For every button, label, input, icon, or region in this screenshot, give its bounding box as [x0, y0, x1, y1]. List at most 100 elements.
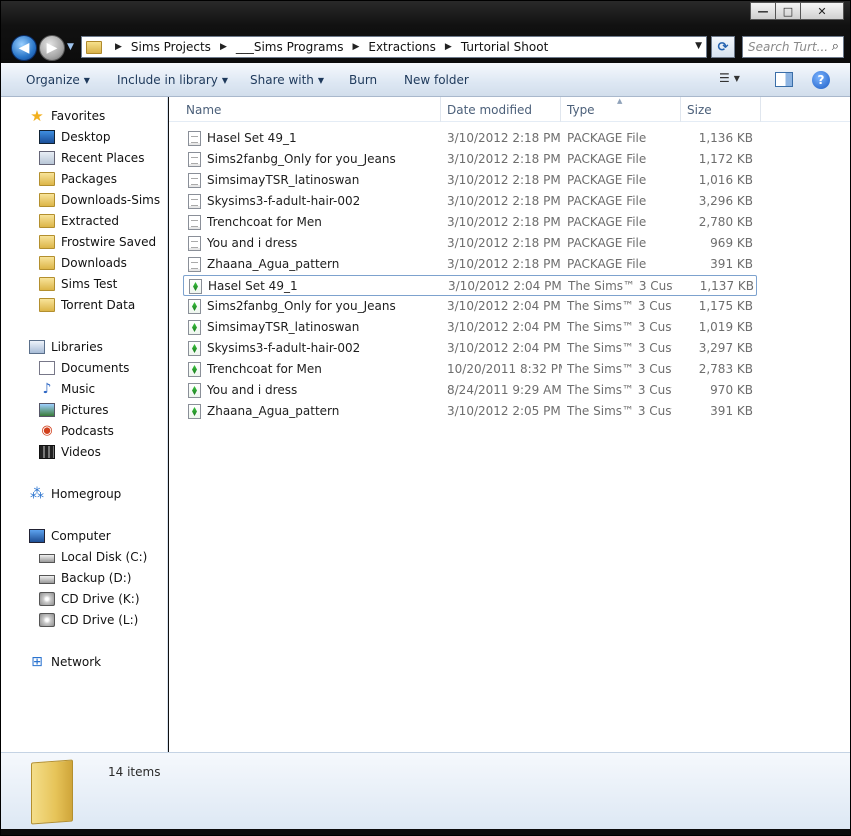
file-size: 1,137 KB — [699, 279, 754, 293]
column-header-name[interactable]: Name — [186, 103, 221, 117]
network-icon: ⊞ — [31, 654, 43, 670]
nav-label: Documents — [61, 361, 130, 375]
file-name: Trenchcoat for Men — [207, 215, 322, 229]
nav-item-downloads[interactable]: Downloads — [39, 253, 127, 273]
file-row[interactable]: Hasel Set 49_1 3/10/2012 2:18 PM PACKAGE F… — [183, 128, 757, 149]
nav-item-recent-places[interactable]: Recent Places — [39, 148, 144, 168]
folder-icon — [86, 40, 102, 54]
folder-icon — [39, 214, 55, 228]
file-row[interactable]: Skysims3-f-adult-hair-002 3/10/2012 2:04 … — [183, 338, 757, 359]
nav-item-videos[interactable]: Videos — [39, 442, 101, 462]
recent-places-icon — [39, 151, 55, 165]
package-file-icon — [188, 194, 201, 209]
forward-button[interactable]: ▶ — [39, 35, 65, 61]
cd-drive-icon — [39, 592, 55, 606]
breadcrumb-turtorial-shoot[interactable]: Turtorial Shoot — [461, 40, 548, 54]
new-folder-button[interactable]: New folder — [404, 73, 469, 87]
nav-item-sims-test[interactable]: Sims Test — [39, 274, 117, 294]
file-row[interactable]: Zhaana_Agua_pattern 3/10/2012 2:05 PM The … — [183, 401, 757, 422]
file-row[interactable]: SimsimayTSR_latinoswan 3/10/2012 2:18 PM P… — [183, 170, 757, 191]
column-header-type[interactable]: Type — [567, 103, 595, 117]
burn-button[interactable]: Burn — [349, 73, 377, 87]
preview-pane-button[interactable] — [775, 72, 793, 87]
nav-item-extracted[interactable]: Extracted — [39, 211, 119, 231]
file-date-modified: 3/10/2012 2:04 PM — [447, 320, 561, 334]
minimize-button[interactable]: — — [750, 2, 776, 20]
breadcrumb-separator-icon[interactable]: ▶ — [445, 42, 452, 52]
nav-libraries[interactable]: Libraries — [29, 337, 103, 357]
column-header-date-modified[interactable]: Date modified — [447, 103, 532, 117]
share-with-button[interactable]: Share with ▼ — [250, 73, 324, 87]
sims3-file-icon — [188, 320, 201, 335]
file-row[interactable]: You and i dress 3/10/2012 2:18 PM PACKAGE … — [183, 233, 757, 254]
nav-item-documents[interactable]: Documents — [39, 358, 129, 378]
breadcrumb-separator-icon[interactable]: ▶ — [352, 42, 359, 52]
file-type: PACKAGE File — [567, 257, 647, 271]
file-name: Skysims3-f-adult-hair-002 — [207, 341, 361, 355]
breadcrumb-separator-icon[interactable]: ▶ — [220, 42, 227, 52]
refresh-button[interactable]: ⟳ — [711, 36, 735, 58]
organize-label: Organize — [26, 73, 80, 87]
breadcrumb-sims-projects[interactable]: Sims Projects — [131, 40, 211, 54]
file-row[interactable]: Sims2fanbg_Only for you_Jeans 3/10/2012 2… — [183, 149, 757, 170]
nav-item-packages[interactable]: Packages — [39, 169, 117, 189]
nav-item-desktop[interactable]: Desktop — [39, 127, 111, 147]
sort-ascending-icon: ▲ — [617, 97, 623, 105]
column-divider[interactable] — [440, 97, 441, 122]
file-size: 3,297 KB — [698, 341, 753, 355]
hard-drive-icon — [39, 575, 55, 584]
file-row[interactable]: You and i dress 8/24/2011 9:29 AM The Sims… — [183, 380, 757, 401]
search-icon[interactable]: ⌕ — [832, 39, 839, 54]
column-divider[interactable] — [760, 97, 761, 122]
nav-computer[interactable]: Computer — [29, 526, 111, 546]
file-row[interactable]: Skysims3-f-adult-hair-002 3/10/2012 2:18 … — [183, 191, 757, 212]
nav-item-music[interactable]: ♪ Music — [39, 379, 96, 399]
nav-item-pictures[interactable]: Pictures — [39, 400, 109, 420]
file-date-modified: 3/10/2012 2:18 PM — [447, 236, 561, 250]
change-view-button[interactable]: ☰ ▼ — [719, 71, 757, 89]
file-type: PACKAGE File — [567, 131, 647, 145]
organize-button[interactable]: Organize ▼ — [26, 73, 90, 87]
column-divider[interactable] — [680, 97, 681, 122]
maximize-button[interactable]: □ — [775, 2, 801, 20]
column-header-size[interactable]: Size — [687, 103, 712, 117]
nav-item-torrent-data[interactable]: Torrent Data — [39, 295, 135, 315]
help-button[interactable]: ? — [812, 71, 830, 89]
pictures-icon — [39, 403, 55, 417]
include-in-library-button[interactable]: Include in library ▼ — [117, 73, 228, 87]
nav-favorites[interactable]: ★ Favorites — [29, 106, 105, 126]
file-row[interactable]: SimsimayTSR_latinoswan 3/10/2012 2:04 PM T… — [183, 317, 757, 338]
file-name: You and i dress — [207, 236, 298, 250]
chevron-down-icon: ▼ — [221, 76, 229, 85]
close-button[interactable]: ✕ — [800, 2, 844, 20]
nav-homegroup[interactable]: ⁂ Homegroup — [29, 484, 121, 504]
file-row[interactable]: Sims2fanbg_Only for you_Jeans 3/10/2012 2… — [183, 296, 757, 317]
nav-label: Recent Places — [61, 151, 145, 165]
recent-pages-dropdown[interactable]: ▼ — [67, 42, 74, 52]
breadcrumb-sims-programs[interactable]: ___Sims Programs — [236, 40, 344, 54]
address-dropdown-icon[interactable]: ▼ — [695, 41, 702, 51]
address-bar[interactable]: ▶ Sims Projects ▶ ___Sims Programs ▶ Ext… — [81, 36, 707, 58]
homegroup-icon: ⁂ — [30, 486, 44, 502]
file-row[interactable]: Trenchcoat for Men 3/10/2012 2:18 PM PACKA… — [183, 212, 757, 233]
file-type: The Sims™ 3 Cust... — [567, 362, 672, 376]
nav-network[interactable]: ⊞ Network — [29, 652, 101, 672]
column-divider[interactable] — [560, 97, 561, 122]
nav-item-frostwire-saved[interactable]: Frostwire Saved — [39, 232, 156, 252]
nav-item-cd-drive-k[interactable]: CD Drive (K:) — [39, 589, 140, 609]
nav-item-cd-drive-l[interactable]: CD Drive (L:) — [39, 610, 138, 630]
star-icon: ★ — [30, 107, 44, 125]
back-button[interactable]: ◀ — [11, 35, 37, 61]
nav-item-downloads-sims[interactable]: Downloads-Sims — [39, 190, 160, 210]
breadcrumb-separator-icon[interactable]: ▶ — [115, 42, 122, 52]
file-row[interactable]: Zhaana_Agua_pattern 3/10/2012 2:18 PM PACK… — [183, 254, 757, 275]
search-box[interactable]: Search Turt... ⌕ — [742, 36, 844, 58]
nav-item-podcasts[interactable]: ◉ Podcasts — [39, 421, 114, 441]
file-row[interactable]: Trenchcoat for Men 10/20/2011 8:32 PM The … — [183, 359, 757, 380]
file-row[interactable]: Hasel Set 49_1 3/10/2012 2:04 PM The Sims™… — [183, 275, 757, 296]
breadcrumb-extractions[interactable]: Extractions — [368, 40, 436, 54]
file-type: PACKAGE File — [567, 236, 647, 250]
nav-item-local-disk-c[interactable]: Local Disk (C:) — [39, 547, 147, 567]
nav-item-backup-d[interactable]: Backup (D:) — [39, 568, 131, 588]
nav-label: Torrent Data — [61, 298, 136, 312]
